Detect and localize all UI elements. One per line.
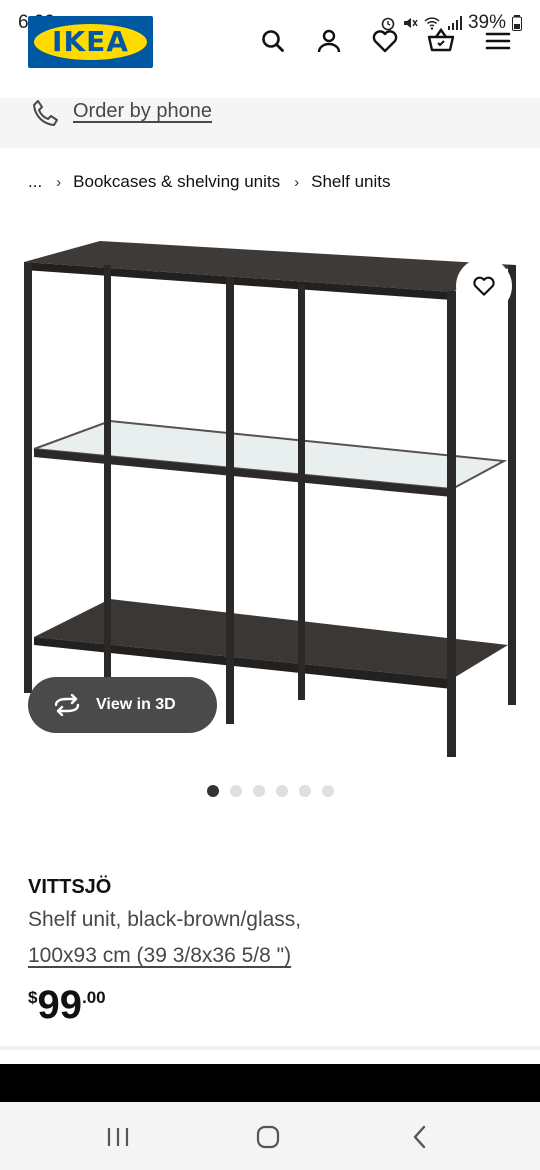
carousel-dot[interactable]: [253, 785, 265, 797]
breadcrumb-shelf-units[interactable]: Shelf units: [311, 172, 390, 192]
recent-apps-icon[interactable]: [103, 1122, 133, 1152]
ikea-logo[interactable]: IKEA: [28, 16, 153, 68]
price-decimal: .00: [81, 988, 106, 1007]
rotate-3d-icon: [54, 694, 80, 716]
product-size-link[interactable]: 100x93 cm (39 3/8x36 5/8 "): [28, 944, 291, 968]
order-by-phone-link[interactable]: Order by phone: [73, 100, 212, 123]
add-to-favourites-button[interactable]: [456, 258, 512, 314]
menu-icon[interactable]: [483, 26, 513, 56]
bottom-black-bar: [0, 1064, 540, 1102]
site-header: IKEA: [0, 0, 540, 98]
carousel-dot[interactable]: [322, 785, 334, 797]
heart-icon: [473, 276, 495, 296]
breadcrumb-ellipsis[interactable]: ...: [28, 172, 42, 192]
product-description: Shelf unit, black-brown/glass,: [28, 908, 302, 931]
logo-text: IKEA: [52, 25, 129, 58]
order-by-phone-strip: Order by phone: [0, 98, 540, 148]
chevron-right-icon: ›: [56, 173, 62, 191]
user-icon[interactable]: [314, 26, 344, 56]
cart-icon[interactable]: [426, 26, 456, 56]
carousel-dot[interactable]: [230, 785, 242, 797]
carousel-dot[interactable]: [299, 785, 311, 797]
price-integer: 99: [37, 983, 82, 1027]
carousel-dots: [207, 785, 334, 797]
price-currency: $: [28, 988, 38, 1007]
back-icon[interactable]: [405, 1122, 435, 1152]
view-in-3d-label: View in 3D: [96, 696, 176, 713]
carousel-dot[interactable]: [207, 785, 219, 797]
system-nav-bar: [0, 1102, 540, 1170]
view-in-3d-button[interactable]: View in 3D: [28, 677, 217, 733]
search-icon[interactable]: [258, 26, 288, 56]
home-icon[interactable]: [253, 1122, 283, 1152]
heart-icon[interactable]: [370, 26, 400, 56]
product-price: $ 99 .00: [28, 984, 106, 1026]
carousel-dot[interactable]: [276, 785, 288, 797]
breadcrumb-bookcases[interactable]: Bookcases & shelving units: [73, 172, 280, 192]
breadcrumb: ... › Bookcases & shelving units › Shelf…: [28, 172, 391, 192]
phone-icon: [33, 100, 58, 126]
product-name: VITTSJÖ: [28, 876, 112, 898]
section-divider: [0, 1046, 540, 1050]
chevron-right-icon: ›: [294, 173, 300, 191]
